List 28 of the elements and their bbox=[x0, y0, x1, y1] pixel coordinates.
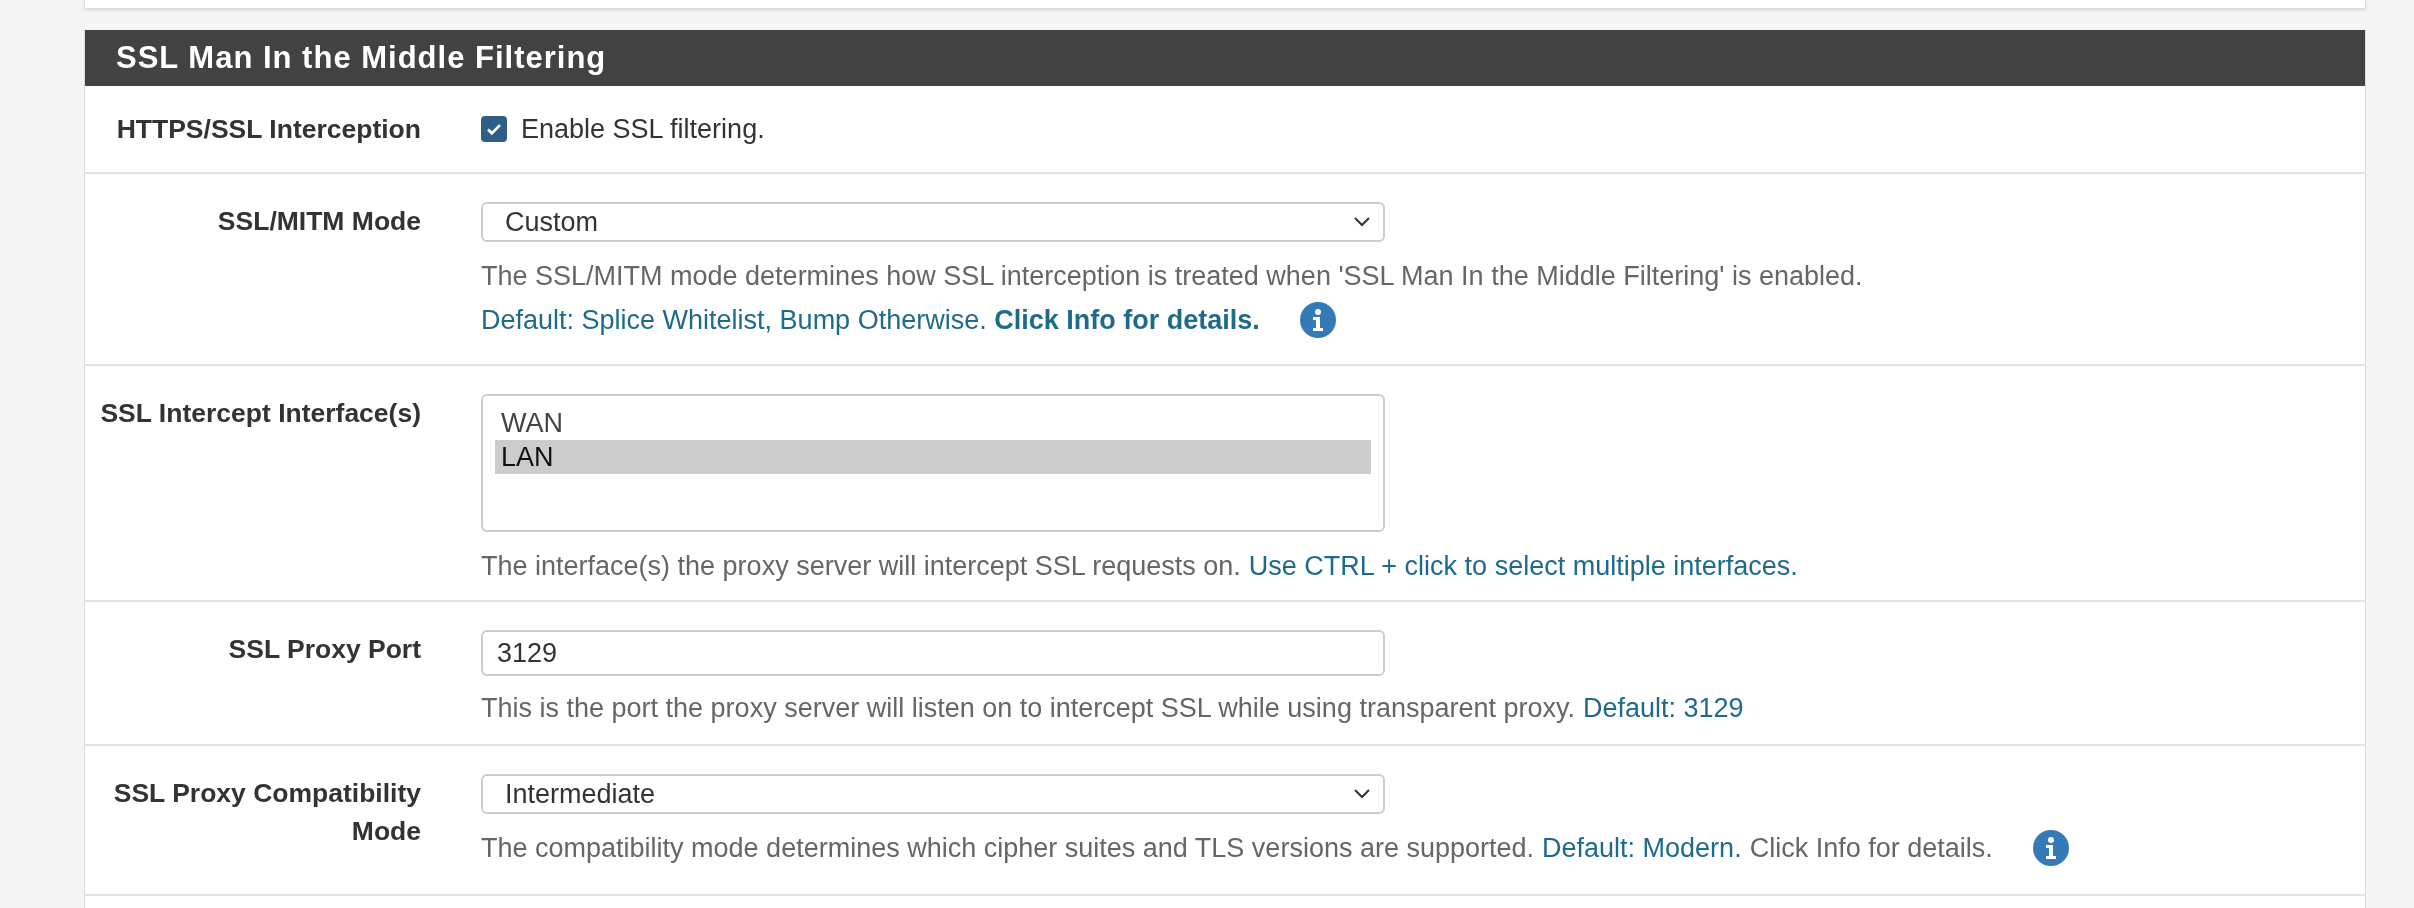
field-label: HTTPS/SSL Interception bbox=[115, 113, 421, 146]
select-dropdown[interactable]: Custom bbox=[481, 202, 1385, 242]
field-label: SSL Proxy Port bbox=[227, 633, 421, 666]
checkbox[interactable] bbox=[481, 116, 507, 142]
checkmark-icon bbox=[486, 122, 502, 136]
field-label: SSL Intercept Interface(s) bbox=[99, 397, 421, 430]
section-title: SSL Man In the Middle Filtering bbox=[85, 30, 2365, 86]
info-icon[interactable] bbox=[2032, 830, 2069, 866]
list-box[interactable]: WAN LAN bbox=[481, 394, 1385, 532]
field-label: SSL Proxy Compatibility Mode bbox=[112, 777, 421, 848]
help-text: The SSL/MITM mode determines how SSL interception is treated when 'SSL Man In the Middle Filtering' is enabled. bbox=[481, 260, 1863, 293]
help-text: Click Info for details. bbox=[1749, 832, 1993, 865]
default-note: Default: Splice Whitelist, Bump Otherwise. Click Info for details. bbox=[481, 304, 1260, 337]
info-icon[interactable] bbox=[1299, 302, 1336, 338]
list-option[interactable]: WAN bbox=[495, 406, 1371, 440]
help-text: The compatibility mode determines which cipher suites and TLS versions are supported. bbox=[481, 832, 1535, 865]
default-note: Default: 3129 bbox=[1583, 692, 1744, 725]
help-text: The interface(s) the proxy server will intercept SSL requests on. bbox=[481, 550, 1241, 583]
list-option[interactable]: LAN bbox=[495, 440, 1371, 474]
default-note: Use CTRL + click to select multiple interfaces. bbox=[1248, 550, 1798, 583]
checkbox-label: Enable SSL filtering. bbox=[521, 113, 765, 145]
select-dropdown[interactable]: Intermediate bbox=[481, 774, 1385, 814]
default-note: Default: Modern. bbox=[1542, 832, 1742, 865]
chevron-down-icon bbox=[1353, 788, 1371, 800]
chevron-down-icon bbox=[1353, 216, 1371, 228]
field-label: SSL/MITM Mode bbox=[216, 205, 421, 238]
help-text: This is the port the proxy server will listen on to intercept SSL while using transparent proxy. bbox=[481, 692, 1575, 725]
input-field[interactable]: 3129 bbox=[481, 630, 1385, 676]
